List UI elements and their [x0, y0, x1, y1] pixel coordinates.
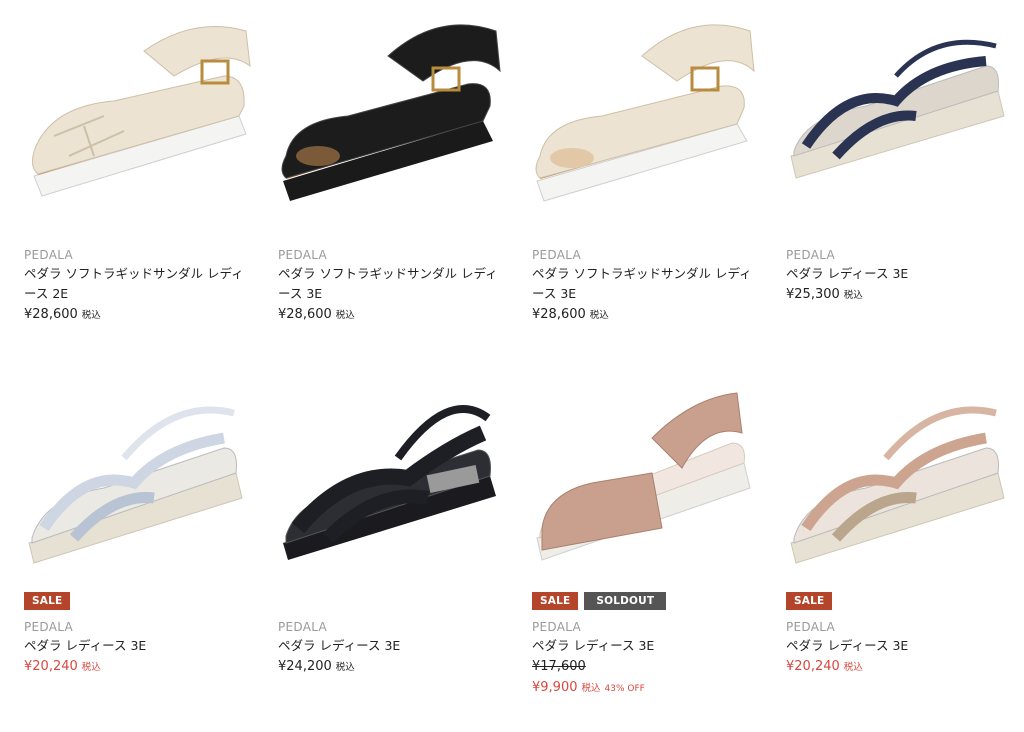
product-card[interactable]: SALE PEDALA ペダラ レディース 3E ¥20,240 税込	[24, 378, 256, 678]
product-price: ¥25,300 税込	[786, 287, 863, 302]
product-brand: PEDALA	[24, 248, 74, 262]
product-name[interactable]: ペダラ レディース 3E	[24, 636, 256, 656]
product-brand: PEDALA	[24, 620, 74, 634]
product-image[interactable]	[786, 378, 1018, 592]
product-brand: PEDALA	[786, 620, 836, 634]
badge-row	[278, 592, 510, 612]
product-brand: PEDALA	[532, 248, 582, 262]
product-brand: PEDALA	[278, 248, 328, 262]
product-card[interactable]: SALE SOLDOUT PEDALA ペダラ レディース 3E ¥17,600…	[532, 378, 764, 699]
badge-row: SALE SOLDOUT	[532, 592, 764, 612]
product-image[interactable]	[278, 378, 510, 592]
product-card[interactable]: SALE PEDALA ペダラ レディース 3E ¥20,240 税込	[786, 378, 1018, 678]
product-name[interactable]: ペダラ レディース 3E	[532, 636, 764, 656]
product-price: ¥28,600 税込	[278, 307, 355, 322]
product-name[interactable]: ペダラ レディース 3E	[786, 264, 1018, 284]
sale-badge: SALE	[24, 592, 71, 610]
product-image[interactable]	[786, 6, 1018, 220]
product-price: ¥20,240 税込	[786, 659, 863, 674]
product-brand: PEDALA	[786, 248, 836, 262]
badge-row	[24, 220, 256, 240]
badge-row: SALE	[786, 592, 1018, 612]
product-name[interactable]: ペダラ ソフトラギッドサンダル レディース 3E	[278, 264, 510, 304]
badge-row: SALE	[24, 592, 256, 612]
product-card[interactable]: PEDALA ペダラ レディース 3E ¥24,200 税込	[278, 378, 510, 678]
discount-label: 43% OFF	[604, 684, 645, 694]
product-image[interactable]	[24, 378, 256, 592]
badge-row	[532, 220, 764, 240]
product-image[interactable]	[532, 378, 764, 592]
sale-badge: SALE	[532, 592, 579, 610]
product-card[interactable]: PEDALA ペダラ ソフトラギッドサンダル レディース 3E ¥28,600 税…	[278, 6, 510, 326]
product-image[interactable]	[532, 6, 764, 220]
product-name[interactable]: ペダラ ソフトラギッドサンダル レディース 2E	[24, 264, 256, 304]
product-card[interactable]: PEDALA ペダラ ソフトラギッドサンダル レディース 3E ¥28,600 税…	[532, 6, 764, 326]
sale-badge: SALE	[786, 592, 833, 610]
product-price: ¥20,240 税込	[24, 659, 101, 674]
product-price: ¥9,900 税込 43% OFF	[532, 680, 645, 695]
product-image[interactable]	[24, 6, 256, 220]
product-price: ¥28,600 税込	[532, 307, 609, 322]
original-price: ¥17,600	[532, 659, 586, 674]
product-image[interactable]	[278, 6, 510, 220]
soldout-badge: SOLDOUT	[584, 592, 667, 610]
badge-row	[786, 220, 1018, 240]
product-brand: PEDALA	[532, 620, 582, 634]
badge-row	[278, 220, 510, 240]
product-name[interactable]: ペダラ ソフトラギッドサンダル レディース 3E	[532, 264, 764, 304]
product-name[interactable]: ペダラ レディース 3E	[786, 636, 1018, 656]
product-price: ¥28,600 税込	[24, 307, 101, 322]
product-brand: PEDALA	[278, 620, 328, 634]
product-price: ¥24,200 税込	[278, 659, 355, 674]
product-card[interactable]: PEDALA ペダラ ソフトラギッドサンダル レディース 2E ¥28,600 税…	[24, 6, 256, 326]
product-name[interactable]: ペダラ レディース 3E	[278, 636, 510, 656]
product-card[interactable]: PEDALA ペダラ レディース 3E ¥25,300 税込	[786, 6, 1018, 306]
